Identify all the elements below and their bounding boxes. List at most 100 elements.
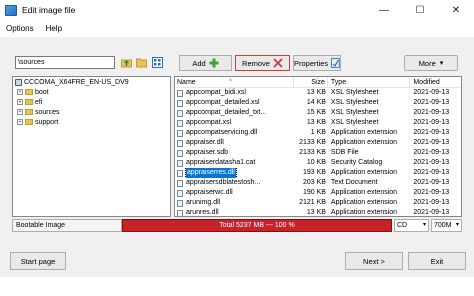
folder-icon (25, 99, 33, 105)
cell-modified: 2021-09-13 (413, 99, 450, 106)
cell-modified: 2021-09-13 (413, 149, 450, 156)
file-icon (177, 99, 183, 107)
cell-type: Security Catalog (330, 159, 383, 166)
menu-help[interactable]: Help (46, 24, 62, 33)
cell-size: 13 KB (306, 119, 326, 126)
next-button[interactable]: Next > (345, 252, 403, 270)
file-name: appcompat_detailed.xsl (186, 99, 260, 106)
tree-root[interactable]: CCCOMA_X64FRE_EN-US_DV9 (13, 77, 170, 87)
file-icon (177, 159, 183, 167)
view-mode-icon[interactable] (152, 57, 163, 68)
path-input[interactable] (15, 56, 115, 69)
file-name: arunimg.dll (186, 199, 221, 206)
table-row[interactable]: appraiser.sdb 2133 KB SDB File 2021-09-13 (175, 148, 461, 158)
file-icon (177, 129, 183, 137)
file-name: appraiserwc.dll (186, 189, 233, 196)
file-name: appcompat.xsl (186, 119, 232, 126)
table-row[interactable]: appraiserdatasha1.cat 10 KB Security Catal… (175, 158, 461, 168)
table-row[interactable]: appcompatservicing.dll 1 KB Application ex… (175, 128, 461, 138)
file-icon (177, 89, 183, 97)
file-list[interactable]: Name ^ Size Type Modified appcompat_bidi… (174, 76, 462, 217)
cell-modified: 2021-09-13 (413, 189, 450, 196)
cell-modified: 2021-09-13 (413, 119, 450, 126)
cell-name: appraiserwc.dll (175, 188, 294, 198)
expand-icon[interactable]: + (17, 89, 23, 95)
cell-modified: 2021-09-13 (413, 139, 450, 146)
media-type-select[interactable]: CD ▾ (394, 219, 429, 232)
tree-item-label: efi (35, 98, 43, 106)
expand-icon[interactable]: + (17, 109, 23, 115)
table-row[interactable]: arunres.dll 13 KB Application extension 202… (175, 208, 461, 216)
list-body: appcompat_bidi.xsl 13 KB XSL Stylesheet 202… (175, 88, 461, 216)
expand-icon[interactable]: + (17, 119, 23, 125)
remove-label: Remove (242, 58, 270, 68)
cell-type: Application extension (330, 199, 398, 206)
column-type[interactable]: Type (328, 77, 411, 88)
file-name: appraisersdblatestosh... (186, 179, 261, 186)
start-page-button[interactable]: Start page (10, 252, 66, 270)
table-row[interactable]: appraiserres.dll 193 KB Application extens… (175, 168, 461, 178)
expand-icon[interactable]: + (17, 99, 23, 105)
table-row[interactable]: arunimg.dll 2121 KB Application extension 2… (175, 198, 461, 208)
disc-icon (15, 78, 22, 86)
file-icon (177, 199, 183, 207)
folder-up-icon[interactable] (121, 57, 132, 68)
table-row[interactable]: appcompat.xsl 13 KB XSL Stylesheet 2021-09-… (175, 118, 461, 128)
tree-item-boot[interactable]: + boot (13, 87, 170, 97)
minimize-button[interactable]: — (366, 0, 402, 20)
table-row[interactable]: appraisersdblatestosh... 203 KB Text Docum… (175, 178, 461, 188)
table-row[interactable]: appcompat_bidi.xsl 13 KB XSL Stylesheet 202… (175, 88, 461, 98)
tree-item-support[interactable]: + support (13, 117, 170, 127)
file-name: appraiserdatasha1.cat (186, 159, 256, 166)
properties-button[interactable]: Properties (293, 55, 341, 71)
window-controls: — ☐ ✕ (366, 0, 474, 20)
tree-item-efi[interactable]: + efi (13, 97, 170, 107)
sort-arrow-icon: ^ (229, 78, 232, 85)
file-name: appcompat_detailed_txt... (186, 109, 267, 116)
table-row[interactable]: appcompat_detailed.xsl 14 KB XSL Styleshee… (175, 98, 461, 108)
cell-name: appraisersdblatestosh... (175, 178, 294, 188)
remove-button[interactable]: Remove (235, 55, 290, 71)
table-row[interactable]: appcompat_detailed_txt... 15 KB XSL Styles… (175, 108, 461, 118)
file-name: appcompat_bidi.xsl (186, 89, 246, 96)
cell-modified: 2021-09-13 (413, 89, 450, 96)
cell-type: Application extension (330, 209, 398, 216)
menu-options[interactable]: Options (6, 24, 34, 33)
exit-button[interactable]: Exit (408, 252, 466, 270)
cell-modified: 2021-09-13 (413, 169, 450, 176)
cell-modified: 2021-09-13 (413, 109, 450, 116)
tree-item-sources[interactable]: + sources (13, 107, 170, 117)
cell-size: 14 KB (306, 99, 326, 106)
cell-type: Application extension (330, 189, 398, 196)
cell-type: SDB File (330, 149, 359, 156)
table-row[interactable]: appraiser.dll 2133 KB Application extensio… (175, 138, 461, 148)
cell-modified: 2021-09-13 (413, 199, 450, 206)
close-button[interactable]: ✕ (438, 0, 474, 20)
add-button[interactable]: Add (179, 55, 232, 71)
more-button[interactable]: More ▾ (404, 55, 458, 71)
open-folder-icon[interactable] (136, 57, 147, 68)
table-row[interactable]: appraiserwc.dll 190 KB Application extensi… (175, 188, 461, 198)
cell-type: Application extension (330, 129, 398, 136)
cell-size: 2133 KB (299, 139, 326, 146)
cell-name: appraiser.sdb (175, 148, 294, 158)
tree-item-label: support (35, 118, 59, 126)
folder-icon (25, 119, 33, 125)
status-bar: Bootable Image Total 5237 MB --- 100 % C… (12, 219, 462, 232)
column-size[interactable]: Size (294, 77, 328, 88)
column-modified[interactable]: Modified (410, 77, 461, 88)
window-title: Edit image file (22, 5, 76, 15)
file-icon (177, 109, 183, 117)
remove-x-icon (273, 58, 283, 68)
column-name[interactable]: Name ^ (175, 77, 295, 88)
add-label: Add (192, 58, 206, 68)
cell-size: 15 KB (306, 109, 326, 116)
media-size-select[interactable]: 700M ▾ (431, 219, 462, 232)
cell-size: 13 KB (306, 89, 326, 96)
cell-name: appraiser.dll (175, 138, 294, 148)
cell-size: 10 KB (306, 159, 326, 166)
app-icon (5, 4, 17, 16)
maximize-button[interactable]: ☐ (402, 0, 438, 20)
folder-tree[interactable]: CCCOMA_X64FRE_EN-US_DV9 + boot + efi + s… (12, 76, 171, 217)
bootable-image-button[interactable]: Bootable Image (12, 219, 122, 232)
